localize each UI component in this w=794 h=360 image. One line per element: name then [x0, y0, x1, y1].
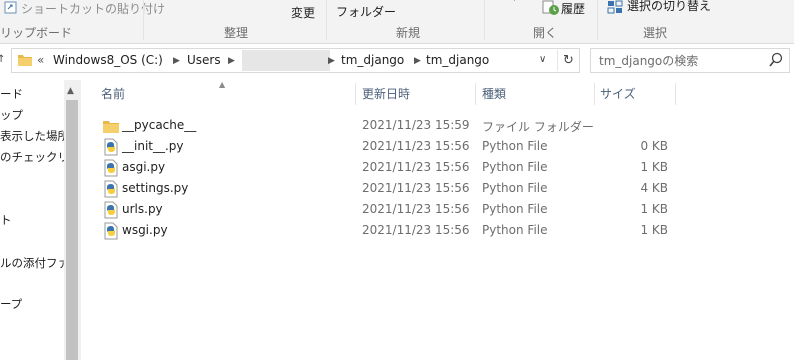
column-divider[interactable]: [355, 83, 356, 105]
file-name: __pycache__: [122, 118, 197, 132]
python-file-icon: [104, 138, 118, 156]
python-file-icon: [104, 159, 118, 177]
column-divider[interactable]: [475, 83, 476, 105]
organize-group-label: 整理: [224, 26, 249, 40]
file-size: 1 KB: [640, 160, 668, 174]
column-header-type[interactable]: 種類: [482, 85, 506, 107]
search-icon[interactable]: [769, 52, 783, 68]
python-file-icon: [104, 201, 118, 219]
file-size: 0 KB: [640, 139, 668, 153]
column-header-name[interactable]: 名前: [101, 85, 125, 107]
nav-item[interactable]: ープ: [0, 296, 22, 312]
file-date: 2021/11/23 15:56: [362, 139, 470, 153]
python-file-icon: [104, 180, 118, 198]
file-size: 1 KB: [640, 223, 668, 237]
breadcrumb-chevron-icon[interactable]: ▶: [414, 56, 421, 66]
file-type: ファイル フォルダー: [482, 120, 594, 134]
ribbon-separator: [597, 0, 598, 40]
address-history-dropdown-icon[interactable]: ∨: [539, 54, 546, 65]
file-row[interactable]: __init__.py 2021/11/23 15:56 Python File…: [81, 136, 794, 157]
address-row: ↑ « Windows8_OS (C:) ▶ Users ▶ ▶ tm_djan…: [0, 44, 794, 78]
file-row[interactable]: asgi.py 2021/11/23 15:56 Python File 1 K…: [81, 157, 794, 178]
file-name: wsgi.py: [122, 223, 168, 237]
open-group-label: 開く: [533, 26, 558, 40]
navigation-pane: ード ップ 表示した場所 のチェックリスト ト ルの添付ファイ ープ: [0, 80, 66, 360]
new-group-label: 新規: [396, 26, 421, 40]
nav-item[interactable]: ード: [0, 86, 23, 102]
file-type: Python File: [482, 181, 548, 195]
address-bar[interactable]: « Windows8_OS (C:) ▶ Users ▶ ▶ tm_django…: [11, 48, 580, 73]
breadcrumb-chevron-icon[interactable]: ▶: [328, 56, 335, 66]
copy-to-button[interactable]: ▾: [200, 0, 205, 3]
invert-selection-icon: [607, 0, 623, 14]
file-type: Python File: [482, 202, 548, 216]
file-explorer-window: ショートカットの貼り付け リップボード ▾ ▾ ▾ 変更 整理 フォルダー 新規…: [0, 0, 794, 360]
ribbon: ショートカットの貼り付け リップボード ▾ ▾ ▾ 変更 整理 フォルダー 新規…: [0, 0, 794, 44]
breadcrumb-folder-1[interactable]: tm_django: [341, 53, 404, 67]
new-folder-button[interactable]: フォルダー: [336, 3, 396, 20]
file-date: 2021/11/23 15:56: [362, 202, 470, 216]
column-divider[interactable]: [594, 83, 595, 105]
history-button[interactable]: 履歴: [561, 0, 585, 17]
file-row[interactable]: settings.py 2021/11/23 15:56 Python File…: [81, 178, 794, 199]
file-type: Python File: [482, 223, 548, 237]
ribbon-separator: [326, 0, 327, 40]
nav-item[interactable]: ト: [0, 212, 12, 228]
scroll-up-icon[interactable]: ▲: [67, 86, 74, 96]
up-arrow-icon[interactable]: ↑: [0, 54, 5, 65]
file-name: urls.py: [122, 202, 163, 216]
navigation-scrollbar[interactable]: ▲: [64, 80, 81, 360]
scrollbar-thumb[interactable]: [66, 100, 78, 360]
breadcrumb-users[interactable]: Users: [187, 53, 221, 67]
folder-icon: [18, 55, 32, 66]
file-size: 4 KB: [640, 181, 668, 195]
nav-item[interactable]: ルの添付ファイ: [0, 255, 66, 271]
file-row[interactable]: urls.py 2021/11/23 15:56 Python File 1 K…: [81, 199, 794, 220]
breadcrumb-drive[interactable]: Windows8_OS (C:): [53, 53, 163, 67]
file-date: 2021/11/23 15:56: [362, 223, 470, 237]
file-row[interactable]: wsgi.py 2021/11/23 15:56 Python File 1 K…: [81, 220, 794, 241]
file-date: 2021/11/23 15:56: [362, 181, 470, 195]
open-dropdown-button[interactable]: ▾: [512, 0, 517, 4]
ribbon-separator: [484, 0, 485, 40]
rename-button[interactable]: 変更: [291, 4, 315, 21]
move-to-button[interactable]: ▾: [150, 0, 155, 3]
ribbon-separator: [143, 0, 144, 40]
breadcrumb-chevron-icon[interactable]: ▶: [228, 56, 235, 66]
file-size: 1 KB: [640, 202, 668, 216]
breadcrumb-overflow[interactable]: «: [37, 53, 44, 67]
redacted-username: [242, 50, 330, 71]
breadcrumb-folder-2[interactable]: tm_django: [426, 53, 489, 67]
history-icon: [542, 0, 559, 15]
delete-button[interactable]: ▾: [251, 0, 256, 3]
clipboard-group-label: リップボード: [0, 26, 73, 40]
breadcrumb-chevron-icon[interactable]: ▶: [173, 56, 180, 66]
column-divider[interactable]: [675, 83, 676, 105]
file-type: Python File: [482, 139, 548, 153]
nav-item[interactable]: のチェックリスト: [0, 149, 66, 165]
paste-shortcut-icon: [4, 1, 17, 14]
file-list: ▲ 名前 更新日時 種類 サイズ __pycache__ 2021/11/23 …: [81, 80, 794, 360]
refresh-icon[interactable]: ↻: [557, 50, 579, 71]
column-header-size[interactable]: サイズ: [600, 85, 636, 107]
search-box[interactable]: [590, 48, 790, 73]
nav-item[interactable]: ップ: [0, 107, 23, 123]
file-date: 2021/11/23 15:56: [362, 160, 470, 174]
select-group-label: 選択: [643, 26, 668, 40]
file-row[interactable]: __pycache__ 2021/11/23 15:59 ファイル フォルダー: [81, 115, 794, 136]
file-name: settings.py: [122, 181, 189, 195]
file-type: Python File: [482, 160, 548, 174]
file-date: 2021/11/23 15:59: [362, 118, 470, 132]
nav-item[interactable]: 表示した場所: [0, 128, 66, 144]
search-input[interactable]: [599, 52, 759, 70]
invert-selection-button[interactable]: 選択の切り替え: [627, 0, 711, 14]
folder-icon: [103, 121, 119, 133]
file-name: asgi.py: [122, 160, 166, 174]
python-file-icon: [104, 222, 118, 240]
column-header-date[interactable]: 更新日時: [362, 85, 410, 107]
sort-ascending-icon: ▲: [219, 80, 226, 89]
file-name: __init__.py: [122, 139, 184, 153]
